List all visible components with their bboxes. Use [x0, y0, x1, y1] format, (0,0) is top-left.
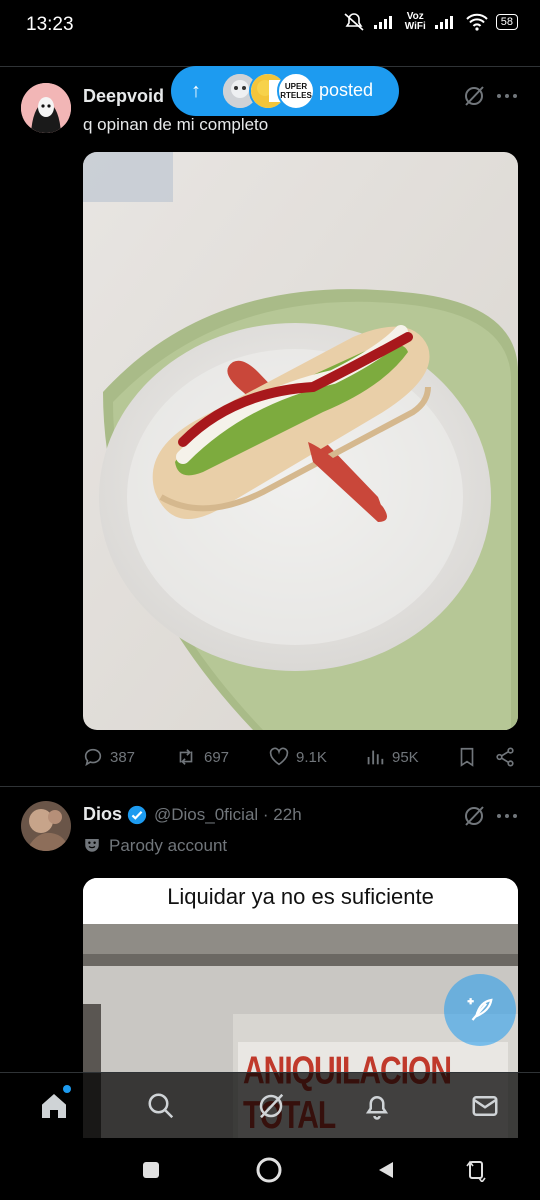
recents-square-icon [143, 1162, 159, 1178]
theater-mask-icon [85, 839, 99, 852]
grok-icon[interactable] [462, 804, 486, 828]
like-button[interactable]: 9.1K [268, 746, 327, 768]
repost-button[interactable]: 697 [174, 746, 229, 768]
post-actions: 387 697 9.1K 95K [82, 746, 522, 774]
hotdog-photo [83, 152, 518, 730]
signal-icon [373, 16, 392, 29]
mail-icon [472, 1096, 498, 1116]
like-count: 9.1K [296, 748, 327, 766]
bookmark-button[interactable] [456, 746, 478, 768]
pill-avatar-3: UPER RTELES [277, 72, 315, 110]
system-nav-bar [0, 1138, 540, 1200]
share-button[interactable] [494, 746, 516, 768]
back-button[interactable] [372, 1156, 400, 1184]
share-icon [496, 747, 514, 767]
bell-icon [365, 1096, 389, 1120]
compose-feather-icon [467, 998, 493, 1021]
author-handle[interactable]: @Dios_0ficial · 22h [154, 805, 302, 825]
home-icon [42, 1094, 66, 1118]
heart-icon [269, 747, 289, 766]
new-posts-pill[interactable]: ↑ UPER RTELES posted [171, 66, 399, 116]
avatar[interactable] [21, 801, 71, 851]
reply-count: 387 [110, 748, 136, 766]
grok-icon [259, 1093, 284, 1119]
nav-search[interactable] [144, 1089, 178, 1123]
rotate-button[interactable] [462, 1156, 490, 1184]
views-icon [367, 750, 384, 765]
author-name[interactable]: Deepvoid [83, 86, 164, 107]
home-system-button[interactable] [255, 1156, 283, 1184]
grok-icon[interactable] [462, 84, 486, 108]
rotate-icon [466, 1160, 486, 1182]
battery-indicator: 58 [495, 14, 518, 30]
recents-button[interactable] [137, 1156, 165, 1184]
author-name[interactable]: Dios [83, 804, 122, 825]
posted-label: posted [319, 80, 374, 100]
nav-grok[interactable] [254, 1089, 288, 1123]
avatar-image [21, 801, 71, 851]
search-icon [148, 1093, 174, 1119]
repost-count: 697 [204, 748, 230, 766]
verified-badge-icon [127, 805, 147, 825]
status-bar: 13:23 Voz WiFi 58 [0, 0, 540, 50]
views-count: 95K [392, 748, 419, 766]
wifi-icon [466, 13, 488, 31]
parody-label: Parody account [109, 836, 228, 855]
mute-icon [344, 13, 364, 31]
meme-caption: Liquidar ya no es suficiente [83, 878, 518, 924]
more-icon[interactable] [496, 86, 518, 106]
arrow-up-icon: ↑ [191, 79, 201, 102]
avatar-image [21, 83, 71, 133]
more-icon[interactable] [496, 806, 518, 826]
nav-notifications[interactable] [360, 1089, 394, 1123]
pill-badge-text: UPER RTELES [280, 82, 312, 100]
repost-icon [179, 749, 193, 765]
reply-button[interactable]: 387 [82, 746, 135, 768]
wifi-label: WiFi [404, 21, 426, 32]
nav-home[interactable] [37, 1085, 71, 1123]
notification-dot [63, 1085, 71, 1093]
status-icons: Voz WiFi 58 [343, 12, 518, 32]
signal-icon-2 [434, 16, 453, 29]
compose-button[interactable] [444, 974, 516, 1046]
divider [0, 786, 540, 787]
back-triangle-icon [379, 1162, 393, 1178]
post-text: q opinan de mi completo [83, 115, 269, 134]
reply-icon [84, 748, 102, 767]
home-circle-icon [256, 1157, 282, 1183]
voz-wifi-label: Voz WiFi [405, 12, 426, 32]
post-image-hotdog[interactable] [83, 152, 518, 730]
avatar[interactable] [21, 83, 71, 133]
views-button[interactable]: 95K [364, 746, 419, 768]
nav-messages[interactable] [468, 1089, 502, 1123]
bookmark-icon [460, 747, 474, 767]
bottom-nav [0, 1072, 540, 1139]
status-time: 13:23 [26, 14, 74, 35]
